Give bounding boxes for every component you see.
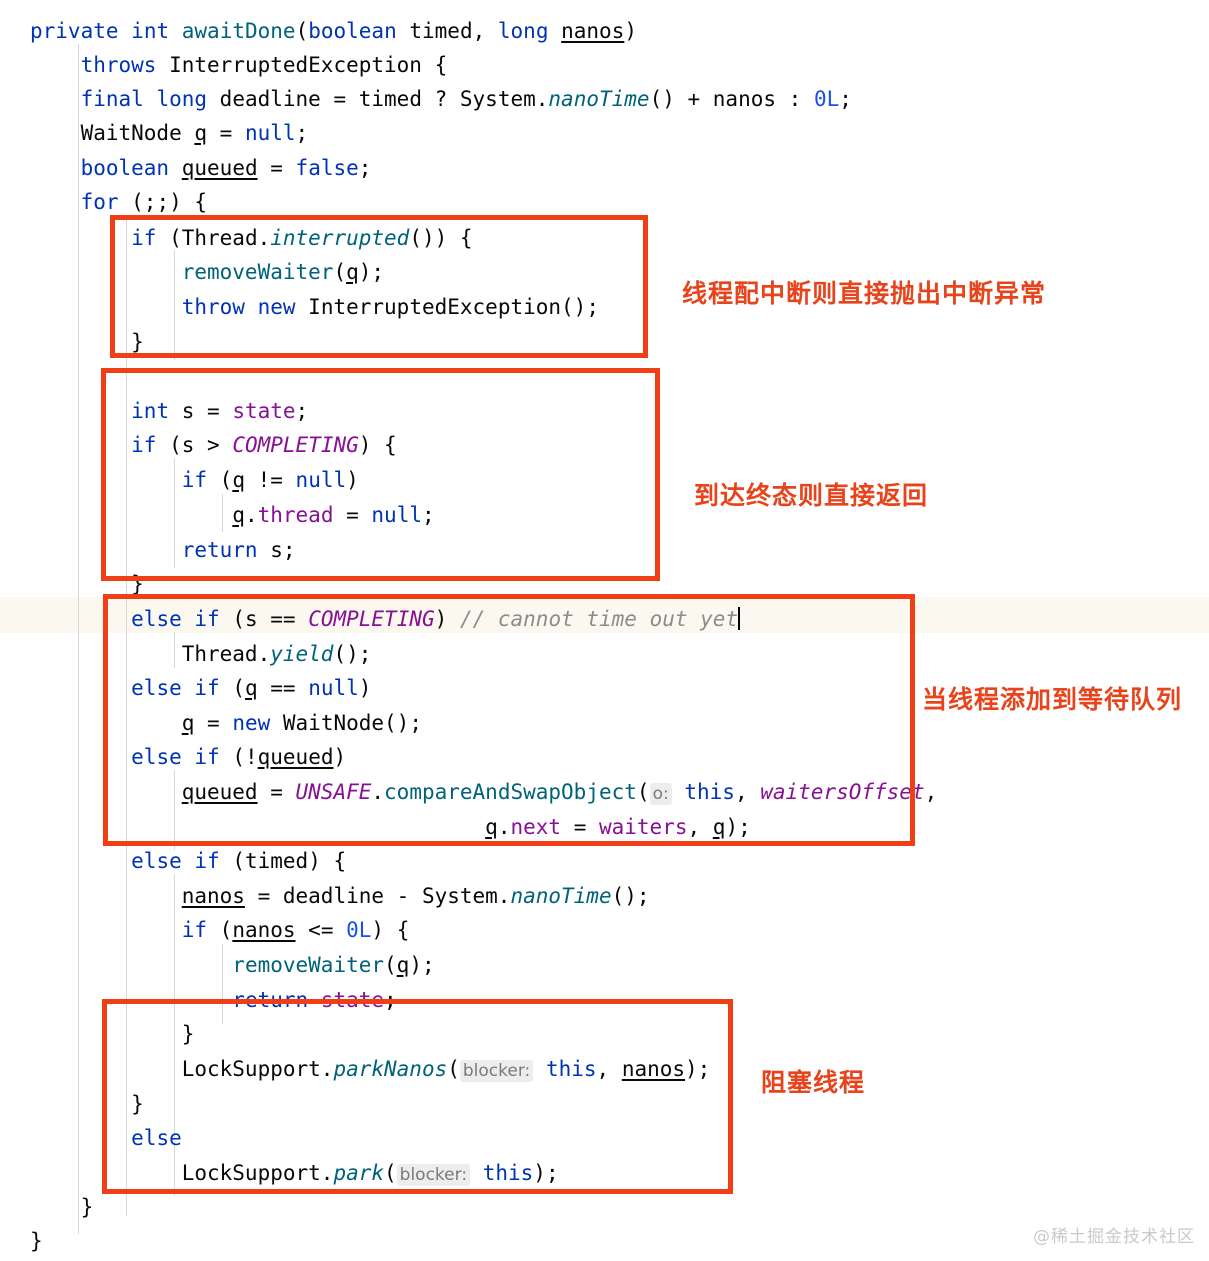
annotation-box-terminal-state [101, 368, 660, 581]
watermark: @稀土掘金技术社区 [1033, 1227, 1195, 1247]
code-line: } [30, 1229, 43, 1253]
annotation-label-enqueue: 当线程添加到等待队列 [922, 685, 1183, 714]
annotation-label-block-thread: 阻塞线程 [761, 1068, 866, 1097]
code-line: boolean queued = false; [80, 156, 372, 180]
code-line: } [30, 1195, 94, 1219]
code-line: private int awaitDone(boolean timed, lon… [30, 19, 637, 43]
annotation-box-interrupt [110, 215, 648, 358]
code-line: else if (timed) { [131, 849, 347, 873]
code-line: removeWaiter(q); [232, 953, 435, 977]
annotation-label-terminal-state: 到达终态则直接返回 [694, 481, 929, 510]
code-line: WaitNode q = null; [30, 121, 309, 145]
code-line: if (nanos <= 0L) { [181, 918, 410, 942]
annotation-box-block-thread [102, 999, 733, 1194]
code-line: final long deadline = timed ? System.nan… [80, 87, 852, 111]
code-line: nanos = deadline - System.nanoTime(); [181, 884, 650, 908]
code-line: throws InterruptedException { [80, 53, 448, 77]
annotation-box-enqueue [103, 594, 915, 846]
code-screenshot: private int awaitDone(boolean timed, lon… [0, 0, 1209, 1261]
annotation-label-interrupt: 线程配中断则直接抛出中断异常 [682, 279, 1047, 308]
